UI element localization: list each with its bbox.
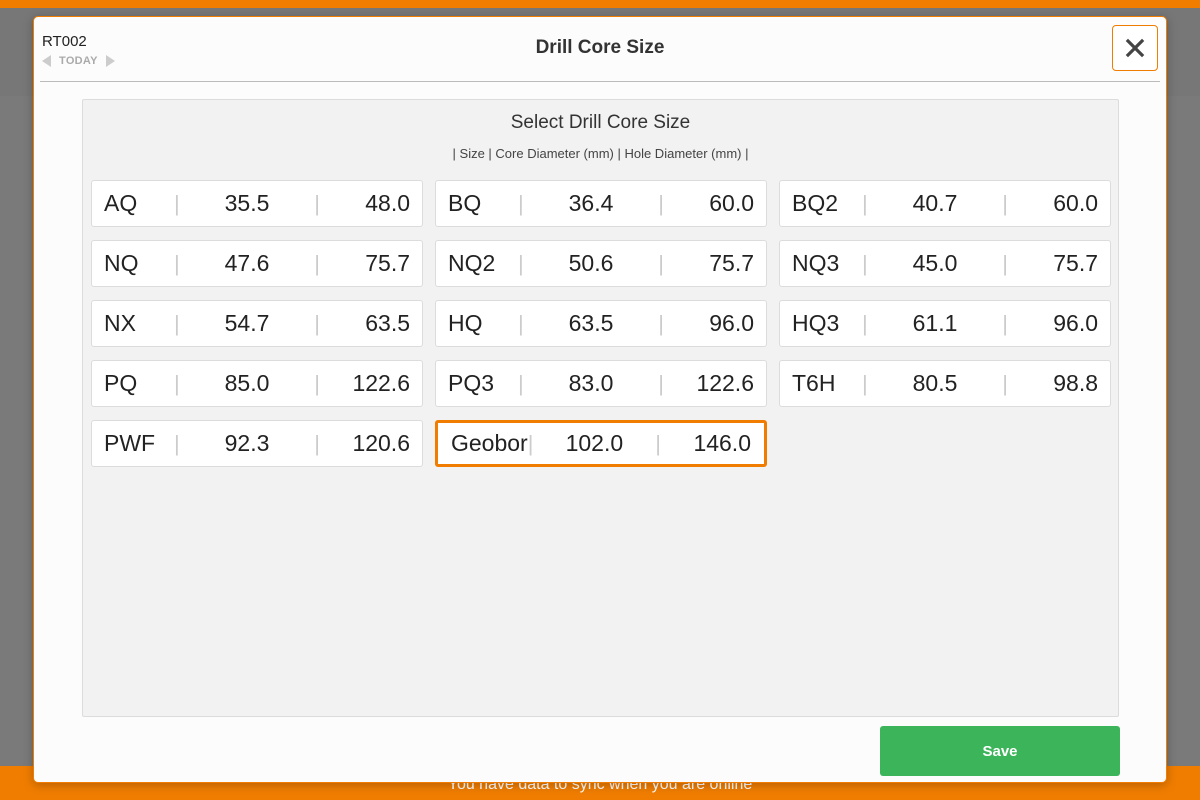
hole-diameter: 122.6: [696, 370, 754, 396]
hole-diameter: 120.6: [352, 430, 410, 456]
size-name: AQ: [104, 190, 138, 216]
hole-diameter: 146.0: [693, 430, 751, 456]
save-button[interactable]: Save: [880, 726, 1120, 776]
size-name: NQ2: [448, 250, 496, 276]
core-diameter: 80.5: [912, 370, 958, 396]
size-name: PWF: [104, 430, 156, 456]
hole-diameter: 60.0: [709, 190, 754, 216]
panel-title: Select Drill Core Size: [510, 112, 691, 133]
size-name: NQ: [104, 250, 139, 276]
core-diameter: 63.5: [568, 310, 614, 336]
hole-diameter: 75.7: [365, 250, 410, 276]
core-size-option-geobor[interactable]: Geobor | 102.0 | 146.0: [435, 420, 767, 467]
hole-diameter: 63.5: [365, 310, 410, 336]
hole-diameter: 60.0: [1053, 190, 1098, 216]
core-diameter: 102.0: [565, 430, 624, 456]
column-legend: | Size | Core Diameter (mm) | Hole Diame…: [452, 146, 749, 161]
size-name: NX: [104, 310, 136, 336]
core-size-option-nq[interactable]: NQ | 47.6 | 75.7: [91, 240, 423, 287]
core-size-option-bq[interactable]: BQ | 36.4 | 60.0: [435, 180, 767, 227]
core-size-option-hq3[interactable]: HQ3 | 61.1 | 96.0: [779, 300, 1111, 347]
size-name: PQ3: [448, 370, 495, 396]
close-icon: [1125, 38, 1145, 58]
core-size-option-nq2[interactable]: NQ2 | 50.6 | 75.7: [435, 240, 767, 287]
core-size-option-pwf[interactable]: PWF | 92.3 | 120.6: [91, 420, 423, 467]
core-diameter: 47.6: [224, 250, 270, 276]
core-diameter: 45.0: [912, 250, 958, 276]
size-name: NQ3: [792, 250, 840, 276]
core-diameter: 92.3: [224, 430, 270, 456]
core-size-option-nx[interactable]: NX | 54.7 | 63.5: [91, 300, 423, 347]
size-name: PQ: [104, 370, 138, 396]
size-name: BQ: [448, 190, 482, 216]
hole-diameter: 98.8: [1053, 370, 1098, 396]
hole-diameter: 96.0: [709, 310, 754, 336]
core-diameter: 85.0: [224, 370, 270, 396]
hole-diameter: 75.7: [709, 250, 754, 276]
core-diameter: 83.0: [568, 370, 614, 396]
core-diameter: 54.7: [224, 310, 270, 336]
drill-core-size-modal: RT002 TODAY Drill Core Size Select Drill…: [33, 16, 1167, 783]
core-diameter: 36.4: [568, 190, 614, 216]
modal-title: Drill Core Size: [535, 37, 665, 58]
size-name: HQ3: [792, 310, 840, 336]
core-size-option-pq3[interactable]: PQ3 | 83.0 | 122.6: [435, 360, 767, 407]
hole-diameter: 96.0: [1053, 310, 1098, 336]
core-size-option-t6h[interactable]: T6H | 80.5 | 98.8: [779, 360, 1111, 407]
core-diameter: 50.6: [568, 250, 614, 276]
core-size-option-aq[interactable]: AQ | 35.5 | 48.0: [91, 180, 423, 227]
header-divider: [40, 81, 1160, 82]
core-diameter: 61.1: [912, 310, 958, 336]
app-top-bar: [0, 0, 1200, 8]
size-name: T6H: [792, 370, 836, 396]
hole-diameter: 48.0: [365, 190, 410, 216]
core-size-option-bq2[interactable]: BQ2 | 40.7 | 60.0: [779, 180, 1111, 227]
core-size-panel: Select Drill Core Size | Size | Core Dia…: [82, 99, 1119, 717]
hole-diameter: 75.7: [1053, 250, 1098, 276]
core-size-option-pq[interactable]: PQ | 85.0 | 122.6: [91, 360, 423, 407]
core-diameter: 40.7: [912, 190, 958, 216]
close-button[interactable]: [1112, 25, 1158, 71]
hole-diameter: 122.6: [352, 370, 410, 396]
size-name: BQ2: [792, 190, 839, 216]
size-name: Geobor: [451, 430, 528, 456]
core-size-option-hq[interactable]: HQ | 63.5 | 96.0: [435, 300, 767, 347]
size-name: HQ: [448, 310, 483, 336]
core-size-option-nq3[interactable]: NQ3 | 45.0 | 75.7: [779, 240, 1111, 287]
core-diameter: 35.5: [224, 190, 270, 216]
